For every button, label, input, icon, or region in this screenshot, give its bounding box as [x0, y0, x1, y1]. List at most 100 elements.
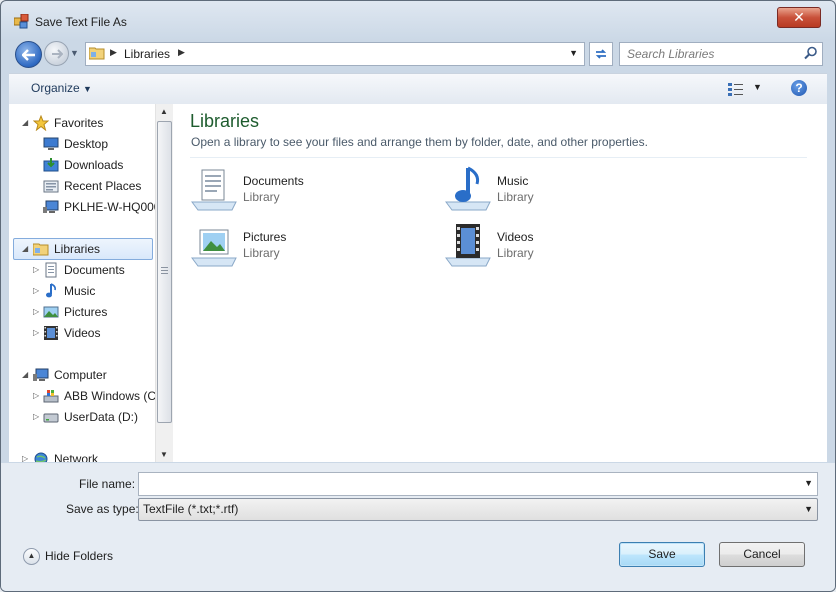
expanded-arrow-icon[interactable]: ◢: [22, 113, 28, 133]
collapsed-arrow-icon[interactable]: ▷: [33, 407, 39, 427]
tree-libraries[interactable]: ◢ Libraries: [13, 238, 153, 260]
address-bar[interactable]: ▶ Libraries ▶ ▼: [85, 42, 585, 66]
breadcrumb-separator-icon[interactable]: ▶: [178, 47, 185, 58]
music-library-icon: [445, 166, 491, 211]
breadcrumb-separator-icon[interactable]: ▶: [110, 47, 117, 58]
forward-button[interactable]: [44, 41, 69, 66]
file-name-input[interactable]: [142, 476, 786, 494]
save-as-type-select[interactable]: TextFile (*.txt;*.rtf) ▼: [138, 498, 818, 521]
tree-computer[interactable]: ◢ Computer: [9, 365, 155, 385]
back-button[interactable]: [15, 41, 42, 68]
tree-network[interactable]: ▷ Network: [9, 449, 155, 462]
collapsed-arrow-icon[interactable]: ▷: [22, 449, 28, 462]
collapsed-arrow-icon[interactable]: ▷: [33, 323, 39, 343]
tree-item-downloads[interactable]: Downloads: [9, 155, 155, 175]
chevron-down-icon: ▼: [83, 84, 92, 94]
view-options-dropdown-icon[interactable]: ▼: [753, 82, 762, 92]
save-as-type-dropdown-icon[interactable]: ▼: [804, 504, 813, 514]
search-input[interactable]: [625, 45, 799, 63]
organize-menu[interactable]: Organize ▼: [31, 81, 92, 95]
documents-icon: [45, 262, 57, 278]
tree-favorites[interactable]: ◢ Favorites: [9, 113, 155, 133]
expanded-arrow-icon[interactable]: ◢: [22, 239, 28, 259]
library-type: Library: [497, 190, 534, 204]
library-videos[interactable]: Videos Library: [444, 222, 684, 270]
tree-item-label: Pictures: [64, 305, 108, 319]
tree-item-desktop[interactable]: Desktop: [9, 134, 155, 154]
collapsed-arrow-icon[interactable]: ▷: [33, 281, 39, 301]
videos-library-icon: [445, 224, 491, 267]
breadcrumb-libraries[interactable]: Libraries: [124, 47, 170, 61]
save-button[interactable]: Save: [619, 542, 705, 567]
tree-item-label: Recent Places: [64, 179, 142, 193]
scrollbar-thumb[interactable]: [157, 121, 172, 423]
drive-icon: [43, 413, 59, 423]
tree-item-label: Desktop: [64, 137, 109, 151]
tree-item-label: PKLHE-W-HQ000: [64, 200, 155, 214]
tree-item-label: Music: [64, 284, 96, 298]
library-type: Library: [497, 246, 534, 260]
collapse-up-icon: ▲: [23, 548, 40, 565]
organize-label: Organize: [31, 81, 80, 95]
title-bar[interactable]: Save Text File As ✕: [1, 1, 835, 41]
help-button[interactable]: ?: [791, 80, 807, 96]
pictures-library-icon: [191, 229, 237, 267]
scroll-down-arrow-icon[interactable]: ▼: [160, 450, 168, 459]
divider: [190, 157, 807, 158]
address-dropdown-icon[interactable]: ▼: [569, 48, 578, 58]
hide-folders-label: Hide Folders: [45, 549, 114, 563]
save-as-type-label: Save as type:: [66, 502, 139, 516]
tree-item-recent-places[interactable]: Recent Places: [9, 176, 155, 196]
search-icon[interactable]: [804, 46, 818, 60]
recent-pages-dropdown[interactable]: ▼: [70, 48, 80, 58]
tree-item-pictures[interactable]: ▷ Pictures: [9, 302, 155, 322]
close-icon: ✕: [793, 9, 805, 26]
library-pictures[interactable]: Pictures Library: [190, 222, 430, 270]
refresh-button[interactable]: [589, 42, 613, 66]
library-documents[interactable]: Documents Library: [190, 166, 430, 214]
navigation-scrollbar[interactable]: ▲ ▼: [155, 104, 173, 462]
search-box[interactable]: [619, 42, 823, 66]
tree-item-label: Downloads: [64, 158, 124, 172]
libraries-folder-icon: [89, 47, 105, 60]
file-name-combobox[interactable]: ▼: [138, 472, 818, 496]
tree-item-documents[interactable]: ▷ Documents: [9, 260, 155, 280]
scroll-up-arrow-icon[interactable]: ▲: [160, 107, 168, 116]
documents-library-icon: [191, 169, 237, 211]
tree-item-d-drive[interactable]: ▷ UserData (D:): [9, 407, 155, 427]
tree-item-music[interactable]: ▷ Music: [9, 281, 155, 301]
refresh-icon: [595, 49, 607, 59]
computer-shortcut-icon: [43, 200, 59, 213]
forward-arrow-icon: [51, 48, 63, 59]
music-icon: [46, 283, 56, 298]
tree-network-label: Network: [54, 452, 99, 462]
close-button[interactable]: ✕: [777, 7, 821, 28]
library-type: Library: [243, 190, 280, 204]
file-name-dropdown-icon[interactable]: ▼: [804, 478, 813, 488]
collapsed-arrow-icon[interactable]: ▷: [33, 260, 39, 280]
tree-item-videos[interactable]: ▷ Videos: [9, 323, 155, 343]
tree-item-c-drive[interactable]: ▷ ABB Windows (C: [9, 386, 155, 406]
back-arrow-icon: [21, 48, 35, 61]
page-title: Libraries: [190, 111, 260, 131]
tree-item-label: Videos: [64, 326, 101, 340]
library-name: Videos: [497, 230, 534, 244]
library-name: Documents: [243, 174, 304, 188]
collapsed-arrow-icon[interactable]: ▷: [33, 386, 39, 406]
change-view-icon[interactable]: [727, 81, 745, 97]
file-list-pane: Libraries Open a library to see your fil…: [173, 104, 827, 462]
tree-libraries-label: Libraries: [54, 242, 101, 256]
videos-icon: [44, 326, 58, 340]
tree-item-label: Documents: [64, 263, 125, 277]
tree-item-pklhe[interactable]: PKLHE-W-HQ000: [9, 197, 155, 217]
windows-drive-icon: [43, 390, 59, 403]
library-music[interactable]: Music Library: [444, 166, 684, 214]
expanded-arrow-icon[interactable]: ◢: [22, 365, 28, 385]
computer-icon: [33, 368, 49, 381]
pictures-icon: [43, 306, 59, 318]
cancel-button[interactable]: Cancel: [719, 542, 805, 567]
collapsed-arrow-icon[interactable]: ▷: [33, 302, 39, 322]
window-title: Save Text File As: [35, 15, 127, 29]
app-icon: [14, 14, 29, 29]
tree-item-label: ABB Windows (C: [64, 389, 155, 403]
